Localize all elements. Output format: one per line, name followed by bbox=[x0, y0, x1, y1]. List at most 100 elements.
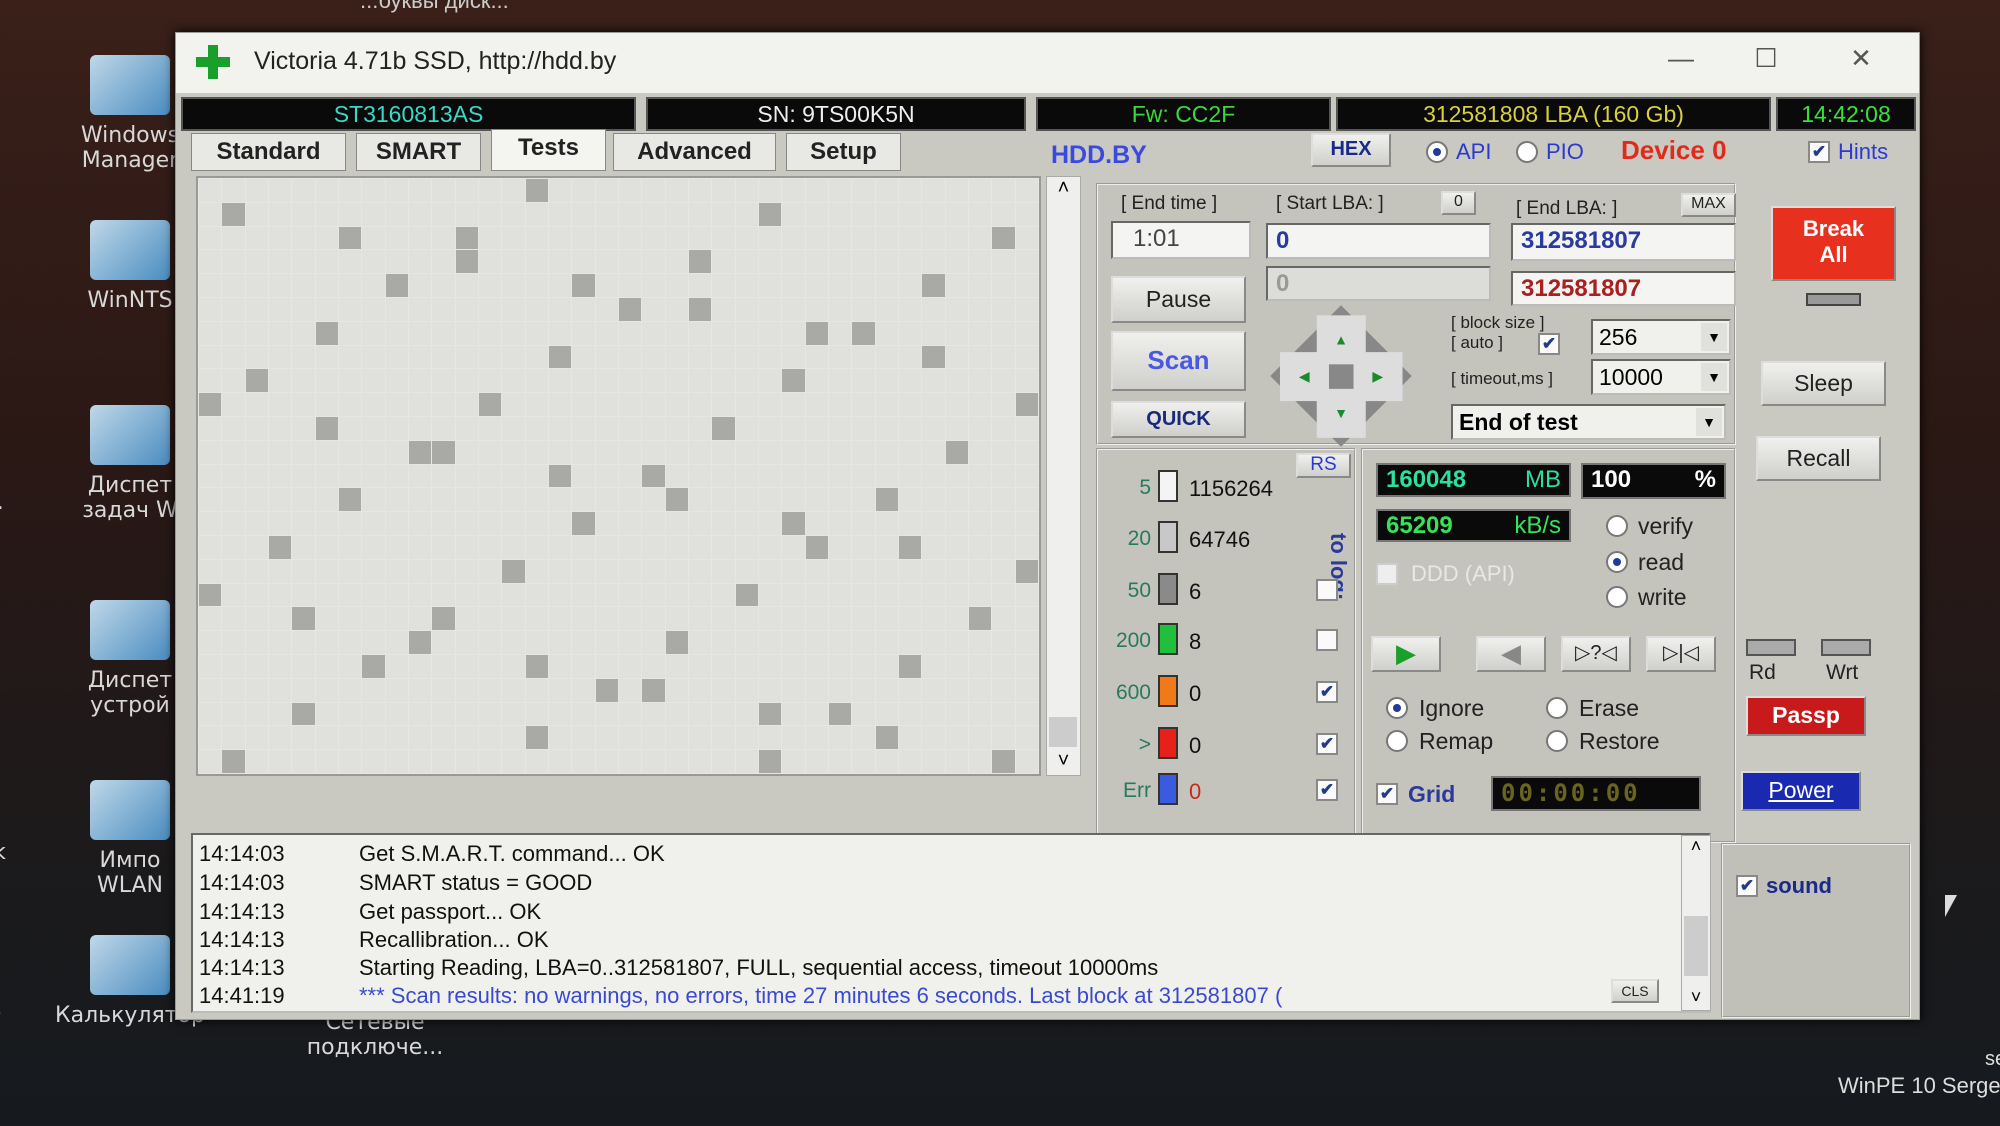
grid-cell bbox=[525, 512, 548, 535]
scroll-thumb[interactable] bbox=[1684, 916, 1708, 976]
grid-cell bbox=[875, 345, 898, 369]
reverse-button[interactable]: ◀ bbox=[1476, 636, 1546, 672]
hints-checkbox[interactable]: ✔ bbox=[1808, 141, 1830, 163]
start-lba-input[interactable]: 0 bbox=[1266, 223, 1491, 259]
skip-to-end-button[interactable]: ▷|◁ bbox=[1646, 636, 1716, 672]
app-cross-icon bbox=[196, 45, 230, 79]
api-radio[interactable] bbox=[1426, 141, 1448, 163]
remap-radio[interactable] bbox=[1386, 730, 1408, 752]
pio-radio[interactable] bbox=[1516, 141, 1538, 163]
grid-cell bbox=[899, 250, 922, 274]
break-all-button[interactable]: Break All bbox=[1771, 206, 1896, 281]
grid-checkbox[interactable]: ✔ bbox=[1376, 783, 1398, 805]
end-time-input[interactable]: 1:01 bbox=[1111, 221, 1251, 259]
read-radio[interactable] bbox=[1606, 551, 1628, 573]
grid-cell bbox=[852, 393, 875, 416]
log-checkbox[interactable] bbox=[1316, 579, 1338, 601]
chevron-down-icon[interactable]: ▼ bbox=[1701, 363, 1727, 391]
grid-cell bbox=[1015, 607, 1038, 631]
log-checkbox[interactable]: ✔ bbox=[1316, 681, 1338, 703]
tab-setup[interactable]: Setup bbox=[786, 133, 901, 171]
grid-cell bbox=[409, 226, 432, 250]
title-bar[interactable]: Victoria 4.71b SSD, http://hdd.by — ☐ ✕ bbox=[176, 33, 1919, 93]
chevron-down-icon[interactable]: ▼ bbox=[1696, 408, 1722, 436]
timeout-select[interactable]: 10000 ▼ bbox=[1591, 359, 1731, 395]
tab-smart[interactable]: SMART bbox=[356, 133, 481, 171]
grid-cell bbox=[409, 631, 432, 654]
grid-cell bbox=[595, 345, 618, 369]
grid-cell bbox=[549, 631, 572, 654]
grid-cell bbox=[782, 535, 805, 559]
grid-cell bbox=[455, 369, 478, 393]
grid-cell bbox=[245, 559, 268, 583]
scroll-down-icon[interactable]: ˅ bbox=[1047, 750, 1080, 773]
minimize-button[interactable]: — bbox=[1656, 43, 1706, 79]
tab-tests[interactable]: Tests bbox=[491, 129, 606, 171]
hdd-by-link[interactable]: HDD.BY bbox=[1051, 141, 1147, 170]
grid-cell bbox=[852, 535, 875, 559]
grid-cell bbox=[829, 607, 852, 631]
scan-button[interactable]: Scan bbox=[1111, 331, 1246, 391]
grid-cell bbox=[525, 321, 548, 345]
skip-unknown-button[interactable]: ▷?◁ bbox=[1561, 636, 1631, 672]
recall-button[interactable]: Recall bbox=[1756, 436, 1881, 481]
log-scrollbar[interactable]: ˄ ˅ bbox=[1681, 835, 1711, 1011]
verify-radio[interactable] bbox=[1606, 515, 1628, 537]
rs-button[interactable]: RS bbox=[1296, 453, 1351, 478]
scroll-up-icon[interactable]: ˄ bbox=[1682, 836, 1710, 857]
clear-log-button[interactable]: CLS bbox=[1611, 979, 1659, 1003]
grid-cell bbox=[735, 440, 758, 464]
grid-cell bbox=[455, 512, 478, 535]
grid-cell bbox=[1015, 535, 1038, 559]
auto-label: [ auto ] bbox=[1451, 333, 1503, 352]
write-radio[interactable] bbox=[1606, 586, 1628, 608]
chevron-down-icon[interactable]: ▼ bbox=[1701, 323, 1727, 351]
grid-cell bbox=[549, 321, 572, 345]
shortcut-icon bbox=[90, 405, 170, 465]
grid-cell bbox=[432, 274, 455, 297]
grid-cell bbox=[339, 369, 362, 393]
restore-radio[interactable] bbox=[1546, 730, 1568, 752]
grid-cell bbox=[385, 512, 408, 535]
grid-cell bbox=[432, 464, 455, 488]
tab-standard[interactable]: Standard bbox=[191, 133, 346, 171]
end-action-select[interactable]: End of test ▼ bbox=[1451, 404, 1726, 440]
quick-button[interactable]: QUICK bbox=[1111, 401, 1246, 438]
block-size-select[interactable]: 256 ▼ bbox=[1591, 319, 1731, 355]
scroll-up-icon[interactable]: ˄ bbox=[1047, 177, 1080, 200]
tab-advanced[interactable]: Advanced bbox=[613, 133, 776, 171]
grid-cell bbox=[199, 274, 222, 297]
grid-cell bbox=[969, 631, 992, 654]
end-lba-input[interactable]: 312581807 bbox=[1511, 223, 1736, 261]
hex-button[interactable]: HEX bbox=[1311, 133, 1391, 167]
device-label[interactable]: Device 0 bbox=[1621, 135, 1727, 166]
grid-cell bbox=[805, 464, 828, 488]
power-button[interactable]: Power bbox=[1741, 771, 1861, 811]
sound-checkbox[interactable]: ✔ bbox=[1736, 875, 1758, 897]
nav-down-icon[interactable]: ▼ bbox=[1316, 388, 1366, 437]
close-button[interactable]: ✕ bbox=[1836, 43, 1886, 79]
auto-block-size-checkbox[interactable]: ✔ bbox=[1538, 333, 1560, 355]
log-time: 14:14:13 bbox=[199, 927, 285, 952]
ignore-radio[interactable] bbox=[1386, 697, 1408, 719]
log-checkbox[interactable]: ✔ bbox=[1316, 733, 1338, 755]
grid-cell bbox=[642, 369, 665, 393]
scroll-thumb[interactable] bbox=[1049, 717, 1077, 747]
start-lba-reset-button[interactable]: 0 bbox=[1441, 191, 1476, 215]
max-button[interactable]: MAX bbox=[1681, 193, 1736, 217]
ddd-api-checkbox[interactable] bbox=[1376, 563, 1398, 585]
pause-button[interactable]: Pause bbox=[1111, 276, 1246, 323]
grid-cell bbox=[315, 297, 338, 321]
maximize-button[interactable]: ☐ bbox=[1741, 43, 1791, 79]
play-button[interactable]: ▶ bbox=[1371, 636, 1441, 672]
scroll-down-icon[interactable]: ˅ bbox=[1682, 987, 1710, 1008]
log-checkbox[interactable]: ✔ bbox=[1316, 779, 1338, 801]
hints-label: Hints bbox=[1838, 139, 1889, 164]
log-checkbox[interactable] bbox=[1316, 629, 1338, 651]
sleep-button[interactable]: Sleep bbox=[1761, 361, 1886, 406]
erase-radio[interactable] bbox=[1546, 697, 1568, 719]
grid-scrollbar[interactable]: ˄ ˅ bbox=[1046, 176, 1081, 776]
clock: 14:42:08 bbox=[1776, 97, 1916, 131]
current-start-lba: 0 bbox=[1266, 266, 1491, 301]
passport-button[interactable]: Passp bbox=[1746, 696, 1866, 736]
